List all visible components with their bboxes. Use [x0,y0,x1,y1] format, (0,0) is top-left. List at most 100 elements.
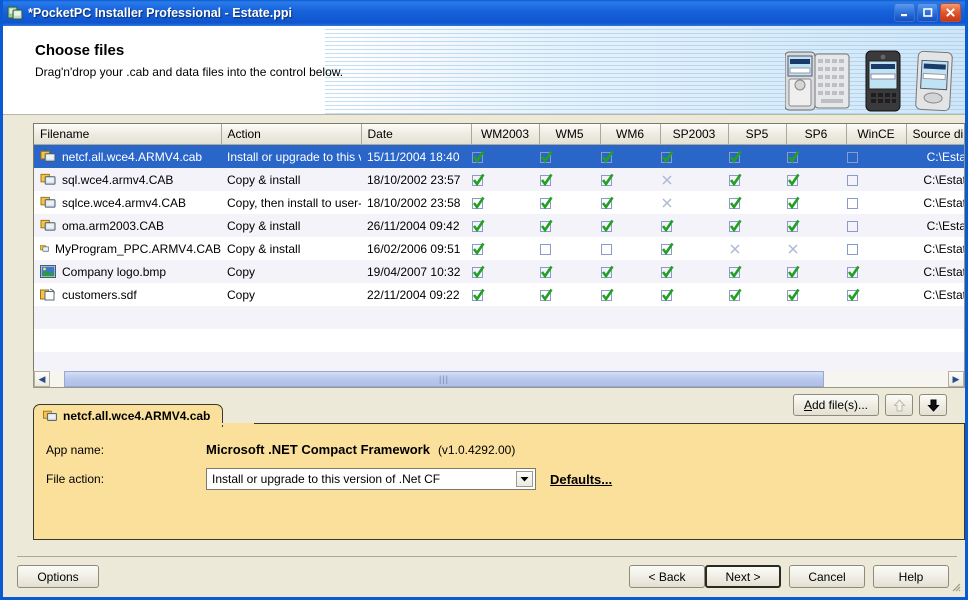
cell-filename[interactable]: sql.wce4.armv4.CAB [34,168,221,191]
checkbox-checked[interactable] [600,288,660,302]
column-header-wm5[interactable]: WM5 [539,124,601,145]
cell-wm2003[interactable] [471,260,539,283]
checkbox-checked[interactable] [786,150,846,164]
column-header-action[interactable]: Action [221,124,362,145]
checkbox-unchecked[interactable] [846,173,906,187]
checkbox-checked[interactable] [786,265,846,279]
checkbox-checked[interactable] [660,242,728,256]
cell-wm5[interactable] [539,260,600,283]
cell-sp2003[interactable] [660,168,728,191]
cell-wm2003[interactable] [471,168,539,191]
help-button[interactable]: Help [873,565,949,588]
column-header-sp6[interactable]: SP6 [786,124,847,145]
checkbox-checked[interactable] [728,173,786,187]
cell-wm5[interactable] [539,191,600,214]
cell-sp5[interactable] [728,191,786,214]
cell-sp2003[interactable] [660,283,728,306]
minimize-button[interactable] [894,3,915,22]
checkbox-unchecked[interactable] [846,242,906,256]
checkbox-checked[interactable] [600,196,660,210]
checkbox-checked[interactable] [660,265,728,279]
scroll-left-arrow-icon[interactable]: ◀ [34,371,50,387]
column-header-source-dir[interactable]: Source dir [906,124,964,145]
cell-filename[interactable]: netcf.all.wce4.ARMV4.cab [34,144,221,168]
cell-sp6[interactable] [786,283,846,306]
back-button[interactable]: < Back [629,565,705,588]
move-down-button[interactable] [919,394,947,416]
checkbox-checked[interactable] [600,265,660,279]
column-header-sp2003[interactable]: SP2003 [660,124,729,145]
cell-action[interactable]: Copy [221,283,361,306]
checkbox-checked[interactable] [539,265,600,279]
checkbox-checked[interactable] [728,288,786,302]
checkbox-checked[interactable] [539,288,600,302]
move-up-button[interactable] [885,394,913,416]
chevron-down-icon[interactable] [516,471,533,487]
checkbox-checked[interactable] [728,196,786,210]
cell-action[interactable]: Install or upgrade to this v... [221,144,361,168]
cell-wm6[interactable] [600,260,660,283]
cell-wm5[interactable] [539,237,600,260]
cell-wince[interactable] [846,260,906,283]
cell-sp2003[interactable] [660,260,728,283]
checkbox-checked[interactable] [471,265,539,279]
cell-wm6[interactable] [600,283,660,306]
cell-sp6[interactable] [786,214,846,237]
table-row[interactable]: sqlce.wce4.armv4.CAB Copy, then install t… [34,191,964,214]
cell-wm5[interactable] [539,144,600,168]
maximize-button[interactable] [917,3,938,22]
cell-filename[interactable]: oma.arm2003.CAB [34,214,221,237]
cell-wince[interactable] [846,168,906,191]
cell-wince[interactable] [846,191,906,214]
cell-action[interactable]: Copy [221,260,361,283]
cell-sp5[interactable] [728,283,786,306]
checkbox-checked[interactable] [471,242,539,256]
checkbox-checked[interactable] [600,150,660,164]
checkbox-checked[interactable] [471,173,539,187]
column-header-sp5[interactable]: SP5 [728,124,787,145]
table-row[interactable]: MyProgram_PPC.ARMV4.CAB Copy & install 16/… [34,237,964,260]
cell-wm2003[interactable] [471,191,539,214]
checkbox-unchecked[interactable] [539,242,600,256]
scrollbar-thumb[interactable]: ||| [64,371,824,387]
cell-wm6[interactable] [600,237,660,260]
cell-wm6[interactable] [600,168,660,191]
cell-filename[interactable]: sqlce.wce4.armv4.CAB [34,191,221,214]
defaults-link[interactable]: Defaults... [550,472,612,487]
add-files-button[interactable]: Add file(s)... [792,394,879,416]
checkbox-checked[interactable] [539,173,600,187]
cancel-button[interactable]: Cancel [789,565,865,588]
cell-wm2003[interactable] [471,283,539,306]
options-button[interactable]: Options [17,565,99,588]
table-row[interactable]: netcf.all.wce4.ARMV4.cab Install or upgra… [34,144,964,168]
cell-wm2003[interactable] [471,237,539,260]
cell-wm2003[interactable] [471,144,539,168]
table-row[interactable]: customers.sdf Copy 22/11/2004 09:22 C:\Esta… [34,283,964,306]
file-list[interactable]: Filename Action Date WM2003 WM5 WM6 SP20… [33,123,965,387]
checkbox-checked[interactable] [539,150,600,164]
cell-sp5[interactable] [728,214,786,237]
table-row[interactable]: sql.wce4.armv4.CAB Copy & install 18/10/20… [34,168,964,191]
horizontal-scrollbar[interactable]: ◀ ||| ▶ [33,371,965,388]
cell-wince[interactable] [846,283,906,306]
checkbox-checked[interactable] [728,265,786,279]
cell-action[interactable]: Copy & install [221,168,361,191]
cell-sp5[interactable] [728,260,786,283]
cell-action[interactable]: Copy & install [221,214,361,237]
checkbox-checked[interactable] [471,150,539,164]
cell-wince[interactable] [846,214,906,237]
cell-sp5[interactable] [728,237,786,260]
checkbox-checked[interactable] [660,288,728,302]
cell-wm6[interactable] [600,214,660,237]
cell-sp6[interactable] [786,237,846,260]
cell-sp6[interactable] [786,144,846,168]
next-button[interactable]: Next > [705,565,781,588]
cell-sp2003[interactable] [660,237,728,260]
checkbox-checked[interactable] [786,219,846,233]
checkbox-checked[interactable] [786,288,846,302]
checkbox-checked[interactable] [846,288,906,302]
cell-action[interactable]: Copy, then install to user-... [221,191,361,214]
cell-sp5[interactable] [728,144,786,168]
cell-wm5[interactable] [539,283,600,306]
close-button[interactable] [940,3,961,22]
